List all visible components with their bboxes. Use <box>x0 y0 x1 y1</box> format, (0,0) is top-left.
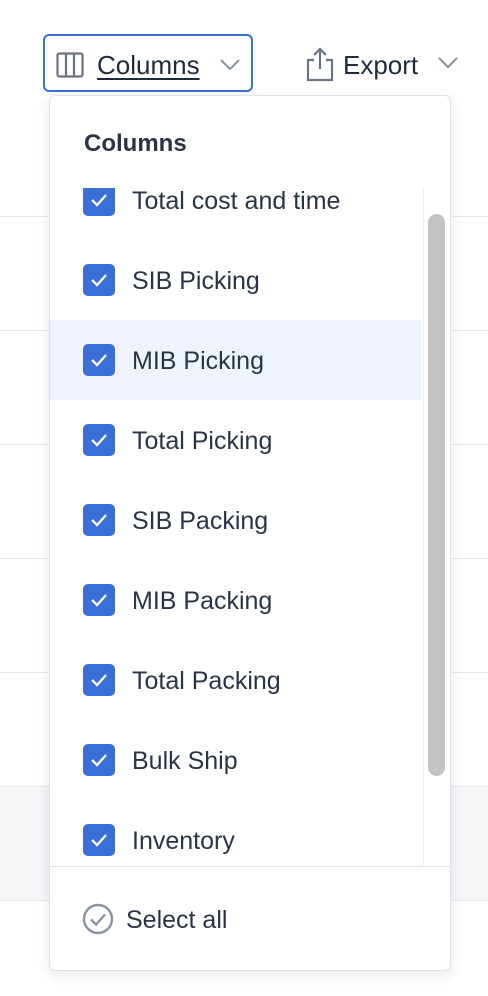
checkmark-icon <box>91 594 107 607</box>
popover-title: Columns <box>84 130 187 157</box>
checkmark-icon <box>91 274 107 287</box>
checkbox[interactable] <box>83 344 115 376</box>
column-option-label: Total cost and time <box>132 188 341 215</box>
column-option-total-cost-and-time[interactable]: Total cost and time <box>50 188 422 240</box>
column-option-label: MIB Picking <box>132 347 264 375</box>
column-option-inventory[interactable]: Inventory <box>50 800 422 864</box>
checkbox[interactable] <box>83 264 115 296</box>
circle-check-icon <box>82 903 114 935</box>
checkbox[interactable] <box>83 744 115 776</box>
checkbox[interactable] <box>83 424 115 456</box>
checkmark-icon <box>91 434 107 447</box>
checkmark-icon <box>91 194 107 207</box>
select-all-button[interactable]: Select all <box>82 901 282 937</box>
share-icon <box>306 47 334 82</box>
popover-footer: Select all <box>50 866 450 970</box>
column-option-total-packing[interactable]: Total Packing <box>50 640 422 720</box>
checkbox[interactable] <box>83 584 115 616</box>
select-all-label: Select all <box>126 906 228 934</box>
checkbox[interactable] <box>83 188 115 216</box>
checkmark-icon <box>91 834 107 847</box>
checkmark-icon <box>91 354 107 367</box>
column-option-label: Inventory <box>132 827 235 855</box>
column-option-sib-picking[interactable]: SIB Picking <box>50 240 422 320</box>
checkmark-icon <box>91 754 107 767</box>
page: Columns Export Columns Total cost and ti <box>0 0 488 996</box>
scrollbar-thumb[interactable] <box>428 214 445 776</box>
column-option-label: MIB Packing <box>132 587 273 615</box>
column-option-label: Bulk Ship <box>132 747 238 775</box>
export-button[interactable]: Export <box>305 40 475 90</box>
checkmark-icon <box>91 514 107 527</box>
column-option-label: SIB Picking <box>132 267 260 295</box>
chevron-down-icon <box>438 57 458 69</box>
column-option-label: Total Packing <box>132 667 281 695</box>
column-option-mib-picking[interactable]: MIB Picking <box>50 320 422 400</box>
checkmark-icon <box>91 674 107 687</box>
column-option-total-picking[interactable]: Total Picking <box>50 400 422 480</box>
column-option-mib-packing[interactable]: MIB Packing <box>50 560 422 640</box>
chevron-down-icon <box>220 59 240 71</box>
columns-icon <box>56 52 84 78</box>
checkbox[interactable] <box>83 664 115 696</box>
checkbox[interactable] <box>83 504 115 536</box>
checkbox[interactable] <box>83 824 115 856</box>
columns-button-label: Columns <box>97 50 200 80</box>
columns-popover: Columns Total cost and time SIB Picking <box>49 95 451 971</box>
column-option-bulk-ship[interactable]: Bulk Ship <box>50 720 422 800</box>
column-option-sib-packing[interactable]: SIB Packing <box>50 480 422 560</box>
column-option-label: Total Picking <box>132 427 273 455</box>
column-option-label: SIB Packing <box>132 507 269 535</box>
export-button-label: Export <box>343 50 419 80</box>
columns-button[interactable]: Columns <box>43 34 253 92</box>
columns-list[interactable]: Total cost and time SIB Picking MIB Pick… <box>50 188 422 864</box>
